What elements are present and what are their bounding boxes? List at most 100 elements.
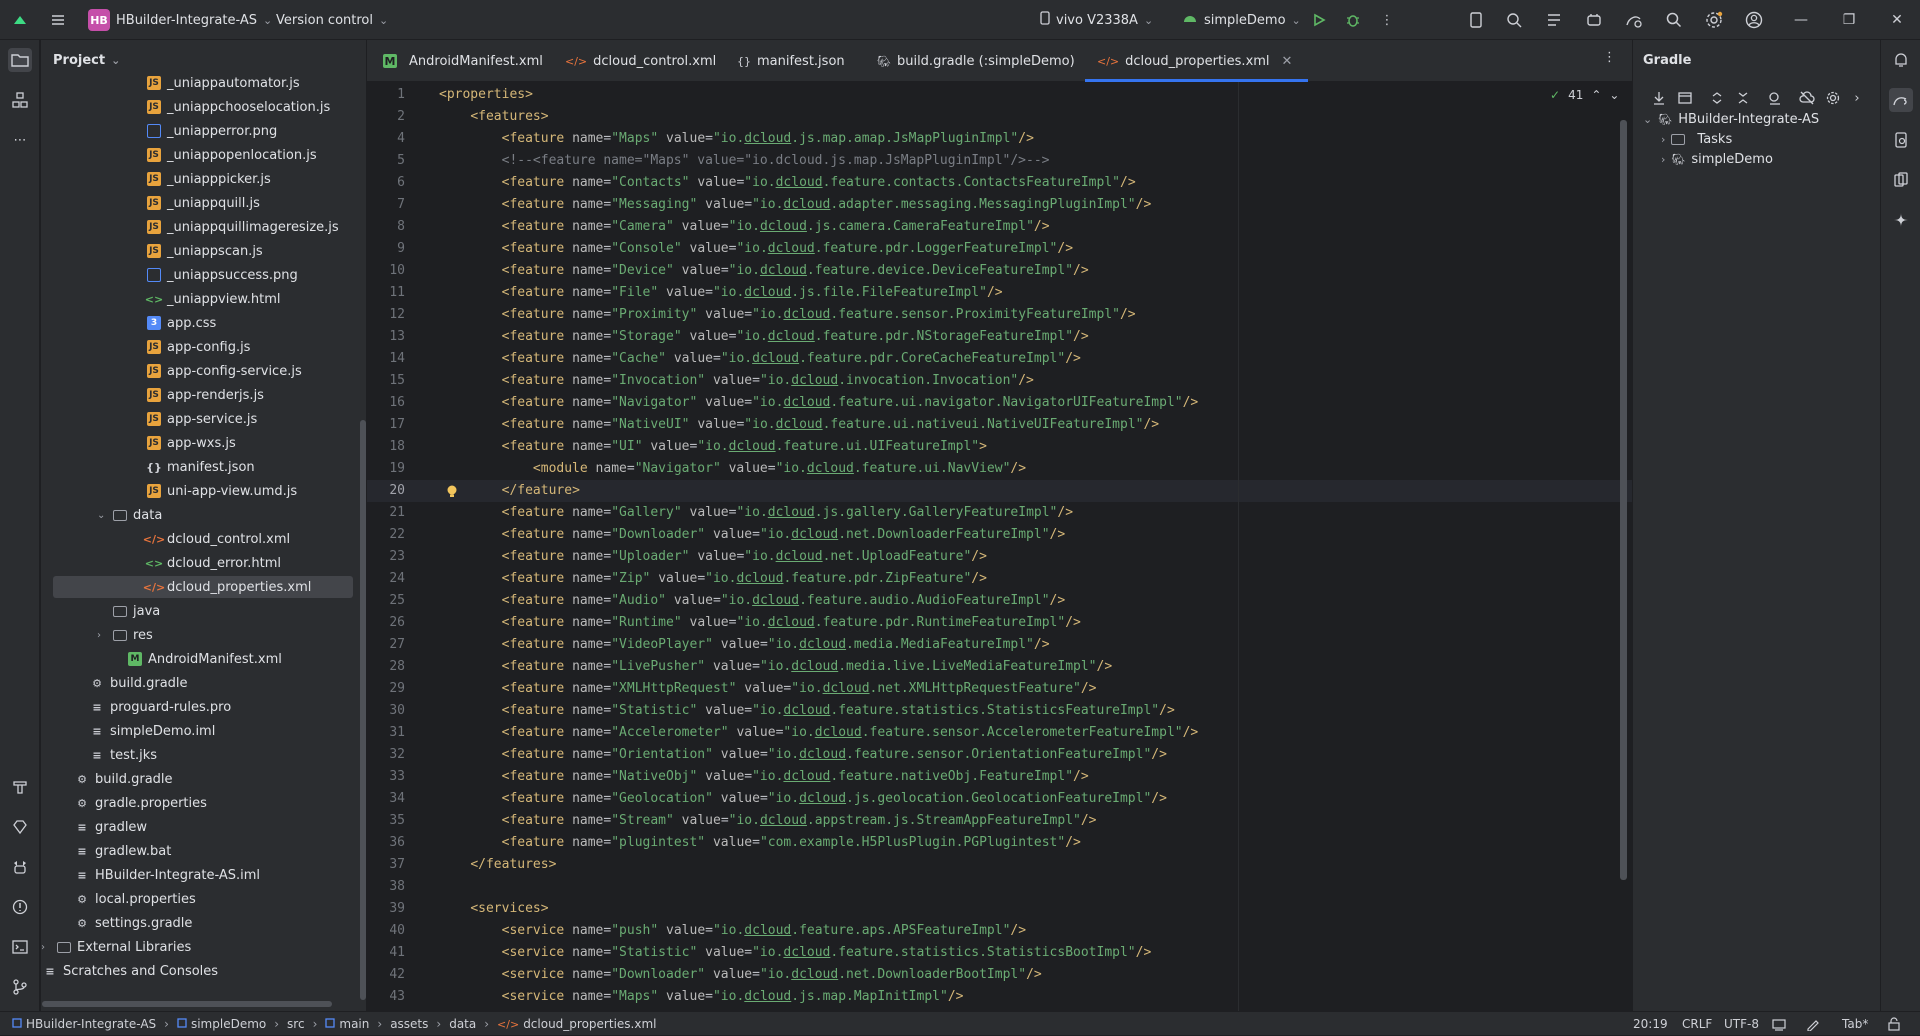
tree-item[interactable]: ≡ Scratches and Consoles <box>41 960 356 982</box>
gradle-node-tasks[interactable]: › Tasks <box>1661 128 1732 150</box>
terminal-tool-icon[interactable] <box>8 935 32 959</box>
code-line[interactable]: 9 <feature name="Console" value="io.dclo… <box>367 238 1632 260</box>
code-editor[interactable]: 1 <properties> 2 <features> 4 <feature name… <box>367 82 1632 1011</box>
code-line[interactable]: 42 <service name="Downloader" value="io.… <box>367 964 1632 986</box>
problems-tool-icon[interactable] <box>8 895 32 919</box>
code-style-icon[interactable] <box>1806 1012 1820 1036</box>
collapse-all-icon[interactable] <box>1733 88 1753 108</box>
breadcrumb-item[interactable]: src <box>287 1017 305 1031</box>
gradle-sync-icon[interactable] <box>1622 8 1646 32</box>
tree-item[interactable]: _uniapperror.png <box>41 120 356 142</box>
code-line[interactable]: 31 <feature name="Accelerometer" value="… <box>367 722 1632 744</box>
download-sources-icon[interactable] <box>1649 88 1669 108</box>
tree-item[interactable]: ⚙ build.gradle <box>41 672 356 694</box>
code-line[interactable]: 32 <feature name="Orientation" value="io… <box>367 744 1632 766</box>
code-line[interactable]: 22 <feature name="Downloader" value="io.… <box>367 524 1632 546</box>
project-tool-icon[interactable] <box>8 48 32 72</box>
code-line[interactable]: 21 <feature name="Gallery" value="io.dcl… <box>367 502 1632 524</box>
code-line[interactable]: 16 <feature name="Navigator" value="io.d… <box>367 392 1632 414</box>
tree-item[interactable]: 3 app.css <box>41 312 356 334</box>
analyze-dependencies-icon[interactable] <box>1765 88 1785 108</box>
offline-mode-icon[interactable] <box>1797 88 1817 108</box>
code-line[interactable]: 30 <feature name="Statistic" value="io.d… <box>367 700 1632 722</box>
tree-item[interactable]: ⚙ local.properties <box>41 888 356 910</box>
toggle-offline-icon[interactable] <box>1675 88 1695 108</box>
search-icon[interactable] <box>1662 8 1686 32</box>
inspection-widget[interactable]: ✓ 41 ⌃ ⌄ <box>1550 84 1619 106</box>
tree-item[interactable]: java <box>41 600 356 622</box>
code-line[interactable]: 4 <feature name="Maps" value="io.dcloud.… <box>367 128 1632 150</box>
tree-item[interactable]: JS _uniappquill.js <box>41 192 356 214</box>
tree-item[interactable]: JS _uniappquillimageresize.js <box>41 216 356 238</box>
tree-item[interactable]: JS uni-app-view.umd.js <box>41 480 356 502</box>
code-line[interactable]: 34 <feature name="Geolocation" value="io… <box>367 788 1632 810</box>
line-separator[interactable]: CRLF <box>1682 1012 1712 1036</box>
tree-item[interactable]: JS _uniapppicker.js <box>41 168 356 190</box>
code-line[interactable]: 23 <feature name="Uploader" value="io.dc… <box>367 546 1632 568</box>
logcat-tool-icon[interactable] <box>8 855 32 879</box>
breadcrumb-item[interactable]: assets <box>390 1017 428 1031</box>
gradle-tool-icon[interactable] <box>1889 88 1913 112</box>
tree-item[interactable]: ⚙ build.gradle <box>41 768 356 790</box>
vcs-menu[interactable]: Version control ⌄ <box>276 0 388 40</box>
tab-dcloud-control[interactable]: </> dcloud_control.xml <box>565 40 716 82</box>
code-line[interactable]: 7 <feature name="Messaging" value="io.dc… <box>367 194 1632 216</box>
breadcrumb-item[interactable]: dcloud_properties.xml <box>523 1017 656 1031</box>
tree-item[interactable]: JS _uniappautomator.js <box>41 72 356 94</box>
more-tools-icon[interactable]: ⋯ <box>8 128 32 152</box>
caret-position[interactable]: 20:19 <box>1633 1012 1668 1036</box>
code-line[interactable]: 5 <!--<feature name="Maps" value="io.dcl… <box>367 150 1632 172</box>
chevron-right-icon[interactable]: › <box>41 942 55 953</box>
tab-manifest-json[interactable]: {} manifest.json <box>737 40 845 82</box>
gradle-settings-icon[interactable] <box>1823 88 1843 108</box>
tree-item[interactable]: </> dcloud_properties.xml <box>53 576 353 598</box>
tab-androidmanifest[interactable]: M AndroidManifest.xml <box>383 40 543 82</box>
tree-item[interactable]: _uniappsuccess.png <box>41 264 356 286</box>
running-devices-icon[interactable] <box>1889 168 1913 192</box>
breadcrumb-item[interactable]: data <box>449 1017 476 1031</box>
restore-button[interactable]: ❐ <box>1826 0 1872 40</box>
code-line[interactable]: 12 <feature name="Proximity" value="io.d… <box>367 304 1632 326</box>
device-manager-icon[interactable] <box>1464 8 1488 32</box>
app-inspection-icon[interactable] <box>1502 8 1526 32</box>
code-line[interactable]: 25 <feature name="Audio" value="io.dclou… <box>367 590 1632 612</box>
tree-item[interactable]: <> _uniappview.html <box>41 288 356 310</box>
code-line[interactable]: 37 </features> <box>367 854 1632 876</box>
tree-item[interactable]: JS app-service.js <box>41 408 356 430</box>
code-line[interactable]: 8 <feature name="Camera" value="io.dclou… <box>367 216 1632 238</box>
code-line[interactable]: 6 <feature name="Contacts" value="io.dcl… <box>367 172 1632 194</box>
tree-item[interactable]: ≡ gradlew.bat <box>41 840 356 862</box>
layout-inspector-icon[interactable] <box>1542 8 1566 32</box>
editor-scrollbar[interactable] <box>1620 120 1627 880</box>
account-icon[interactable] <box>1742 8 1766 32</box>
close-window-button[interactable]: ✕ <box>1874 0 1920 40</box>
project-selector[interactable]: HB HBuilder-Integrate-AS ⌄ <box>88 0 272 40</box>
indent-setting[interactable]: Tab* <box>1842 1012 1868 1036</box>
tree-item[interactable]: JS app-config.js <box>41 336 356 358</box>
tree-item[interactable]: ≡ proguard-rules.pro <box>41 696 356 718</box>
chevron-up-icon[interactable]: ⌃ <box>1591 88 1601 102</box>
debug-icon[interactable] <box>1341 8 1365 32</box>
settings-gear-icon[interactable] <box>1702 8 1726 32</box>
tab-options-icon[interactable]: ⋮ <box>1603 50 1616 65</box>
code-line[interactable]: 28 <feature name="LivePusher" value="io.… <box>367 656 1632 678</box>
tree-item[interactable]: › res <box>41 624 356 646</box>
gradle-node-simpledemo[interactable]: › 🐘︎ simpleDemo <box>1661 148 1773 170</box>
main-menu-icon[interactable] <box>46 8 70 32</box>
tree-item[interactable]: {} manifest.json <box>41 456 356 478</box>
code-line[interactable]: 14 <feature name="Cache" value="io.dclou… <box>367 348 1632 370</box>
sdk-manager-icon[interactable] <box>1582 8 1606 32</box>
structure-tool-icon[interactable] <box>8 88 32 112</box>
tree-item[interactable]: JS app-wxs.js <box>41 432 356 454</box>
project-scrollbar-horizontal[interactable] <box>42 1001 332 1007</box>
tree-item[interactable]: JS app-config-service.js <box>41 360 356 382</box>
code-line[interactable]: 1 <properties> <box>367 84 1632 106</box>
gemini-sparkle-icon[interactable] <box>1889 208 1913 232</box>
code-line[interactable]: 13 <feature name="Storage" value="io.dcl… <box>367 326 1632 348</box>
code-line[interactable]: 40 <service name="push" value="io.dcloud… <box>367 920 1632 942</box>
chevron-down-icon[interactable]: ⌄ <box>97 510 111 521</box>
more-actions-icon[interactable]: ⋮ <box>1375 8 1399 32</box>
code-line[interactable]: 15 <feature name="Invocation" value="io.… <box>367 370 1632 392</box>
device-selector[interactable]: vivo V2338A ⌄ <box>1040 0 1153 40</box>
tree-item[interactable]: JS _uniappopenlocation.js <box>41 144 356 166</box>
